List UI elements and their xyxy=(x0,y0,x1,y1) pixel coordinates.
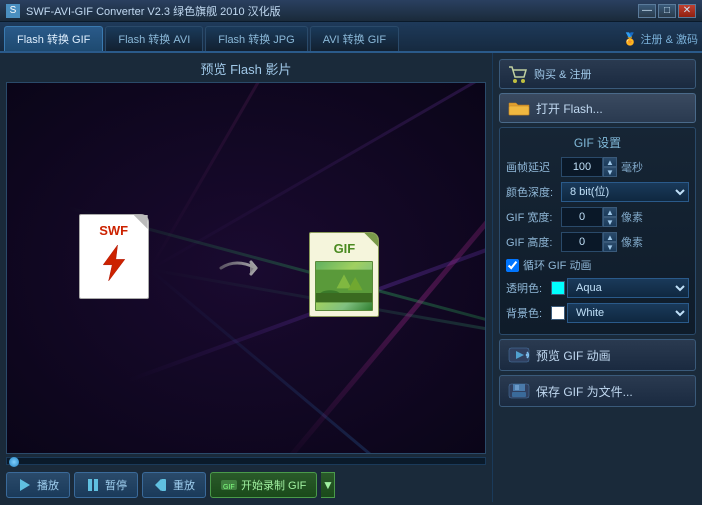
frame-delay-spinners: ▲ ▼ xyxy=(603,157,617,177)
restart-icon xyxy=(153,477,169,493)
save-gif-button[interactable]: 保存 GIF 为文件... xyxy=(499,375,696,407)
save-gif-icon xyxy=(508,382,530,400)
frame-delay-label: 画帧延迟 xyxy=(506,159,561,175)
deco-ray-5 xyxy=(128,84,486,382)
transparent-label: 透明色: xyxy=(506,280,551,296)
swf-fold xyxy=(134,215,148,229)
bg-color-swatch xyxy=(551,306,565,320)
swf-icon: SWF xyxy=(79,214,159,304)
gif-height-label: GIF 高度: xyxy=(506,234,561,250)
play-icon xyxy=(17,477,33,493)
maximize-button[interactable]: □ xyxy=(658,4,676,18)
gif-fold xyxy=(364,233,378,247)
gif-icon: GIF xyxy=(309,232,389,322)
close-button[interactable]: ✕ xyxy=(678,4,696,18)
preview-area: SWF xyxy=(6,82,486,454)
folder-icon xyxy=(508,99,530,117)
color-depth-select[interactable]: 8 bit(位) 16 bit(位) 24 bit(位) xyxy=(561,182,689,202)
gif-width-unit: 像素 xyxy=(621,209,643,225)
swf-label: SWF xyxy=(99,223,128,238)
restart-button[interactable]: 重放 xyxy=(142,472,206,498)
gif-width-label: GIF 宽度: xyxy=(506,209,561,225)
progress-indicator xyxy=(9,457,19,467)
frame-delay-up[interactable]: ▲ xyxy=(603,157,617,167)
swf-paper: SWF xyxy=(79,214,149,299)
frame-delay-unit: 毫秒 xyxy=(621,159,643,175)
svg-text:GIF: GIF xyxy=(223,484,235,491)
frame-delay-spinner: ▲ ▼ 毫秒 xyxy=(561,157,643,177)
color-depth-label: 颜色深度: xyxy=(506,184,561,200)
gif-height-input[interactable] xyxy=(561,232,603,252)
title-bar: S SWF-AVI-GIF Converter V2.3 绿色旗舰 2010 汉… xyxy=(0,0,702,22)
record-icon: GIF xyxy=(221,477,237,493)
main-area: 预览 Flash 影片 SWF xyxy=(0,53,702,502)
settings-title: GIF 设置 xyxy=(506,134,689,151)
gif-width-up[interactable]: ▲ xyxy=(603,207,617,217)
register-link[interactable]: 🏅 注册 & 激码 xyxy=(623,31,698,51)
preview-title: 预览 Flash 影片 xyxy=(6,59,486,78)
transparent-swatch xyxy=(551,281,565,295)
play-button[interactable]: 播放 xyxy=(6,472,70,498)
progress-bar xyxy=(6,457,486,465)
gif-label: GIF xyxy=(334,241,356,256)
gif-height-spinners: ▲ ▼ xyxy=(603,232,617,252)
convert-arrow xyxy=(216,248,276,288)
preview-gif-icon xyxy=(508,346,530,364)
gif-width-down[interactable]: ▼ xyxy=(603,217,617,227)
transparent-color-select[interactable]: Aqua White Black None xyxy=(567,278,689,298)
loop-checkbox[interactable] xyxy=(506,259,519,272)
pause-button[interactable]: 暂停 xyxy=(74,472,138,498)
frame-delay-down[interactable]: ▼ xyxy=(603,167,617,177)
bg-color-label: 背景色: xyxy=(506,305,551,321)
minimize-button[interactable]: — xyxy=(638,4,656,18)
open-flash-button[interactable]: 打开 Flash... xyxy=(499,93,696,123)
bg-color-row: 背景色: White Black Aqua xyxy=(506,303,689,323)
flash-logo xyxy=(96,243,132,283)
tab-flash-to-jpg[interactable]: Flash 转换 JPG xyxy=(205,26,307,51)
preview-panel: 预览 Flash 影片 SWF xyxy=(0,53,492,502)
gif-width-input[interactable] xyxy=(561,207,603,227)
controls-bar: 播放 暂停 重放 GIF xyxy=(6,468,486,502)
gif-height-up[interactable]: ▲ xyxy=(603,232,617,242)
tab-avi-to-gif[interactable]: AVI 转换 GIF xyxy=(310,26,399,51)
gif-height-unit: 像素 xyxy=(621,234,643,250)
app-title: SWF-AVI-GIF Converter V2.3 绿色旗舰 2010 汉化版 xyxy=(26,3,636,19)
transparent-color-row: 透明色: Aqua White Black None xyxy=(506,278,689,298)
gif-settings-panel: GIF 设置 画帧延迟 ▲ ▼ 毫秒 颜色深度: 8 bit(位) xyxy=(499,127,696,335)
gif-height-row: GIF 高度: ▲ ▼ 像素 xyxy=(506,232,689,252)
bg-color-select[interactable]: White Black Aqua xyxy=(567,303,689,323)
gif-width-spinners: ▲ ▼ xyxy=(603,207,617,227)
loop-label: 循环 GIF 动画 xyxy=(523,257,591,273)
tab-bar: Flash 转换 GIF Flash 转换 AVI Flash 转换 JPG A… xyxy=(0,22,702,53)
preview-gif-button[interactable]: 预览 GIF 动画 xyxy=(499,339,696,371)
tab-flash-to-avi[interactable]: Flash 转换 AVI xyxy=(105,26,203,51)
right-panel: 购买 & 注册 打开 Flash... GIF 设置 画帧延迟 ▲ ▼ xyxy=(492,53,702,502)
gif-width-spinner: ▲ ▼ 像素 xyxy=(561,207,643,227)
register-button[interactable]: 购买 & 注册 xyxy=(499,59,696,89)
color-depth-row: 颜色深度: 8 bit(位) 16 bit(位) 24 bit(位) xyxy=(506,182,689,202)
gif-preview-image xyxy=(315,261,373,311)
app-icon: S xyxy=(6,4,20,18)
record-dropdown[interactable]: ▼ xyxy=(321,472,335,498)
tab-flash-to-gif[interactable]: Flash 转换 GIF xyxy=(4,26,103,51)
loop-row: 循环 GIF 动画 xyxy=(506,257,689,273)
gif-height-down[interactable]: ▼ xyxy=(603,242,617,252)
gif-paper: GIF xyxy=(309,232,379,317)
gif-width-row: GIF 宽度: ▲ ▼ 像素 xyxy=(506,207,689,227)
record-button[interactable]: GIF 开始录制 GIF xyxy=(210,472,317,498)
cart-icon xyxy=(508,65,528,83)
frame-delay-input[interactable] xyxy=(561,157,603,177)
gif-height-spinner: ▲ ▼ 像素 xyxy=(561,232,643,252)
pause-icon xyxy=(85,477,101,493)
frame-delay-row: 画帧延迟 ▲ ▼ 毫秒 xyxy=(506,157,689,177)
